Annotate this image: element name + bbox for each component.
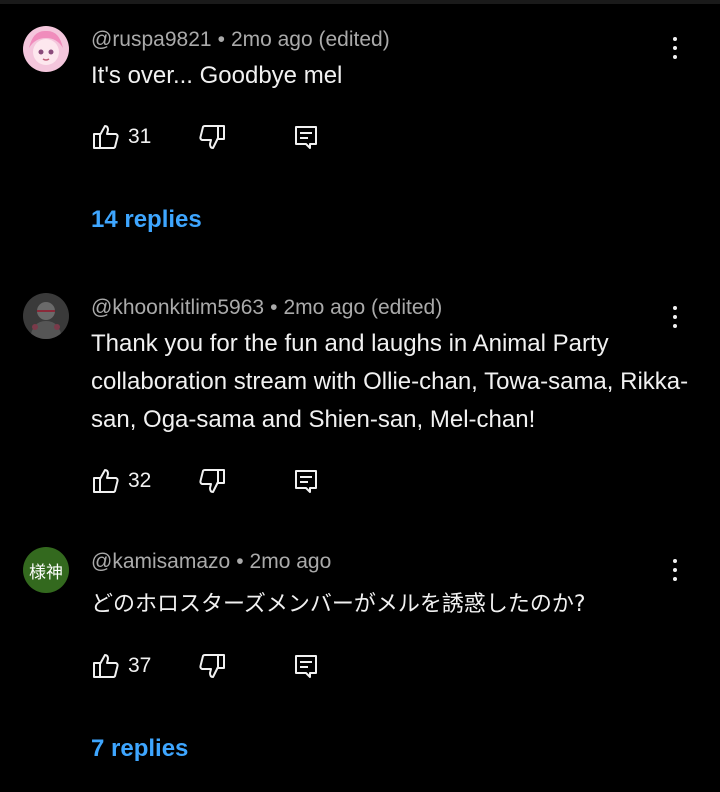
- comment-meta: @ruspa9821 • 2mo ago (edited): [91, 28, 390, 52]
- like-icon[interactable]: [91, 466, 121, 496]
- username[interactable]: @ruspa9821: [91, 28, 212, 51]
- meta-separator: •: [217, 28, 225, 51]
- meta-separator: •: [236, 550, 244, 573]
- reply-icon[interactable]: [291, 122, 321, 152]
- timestamp: 2mo ago (edited): [283, 296, 443, 319]
- view-replies-link[interactable]: 14 replies: [91, 206, 202, 234]
- like-count: 37: [128, 654, 152, 677]
- username[interactable]: @khoonkitlim5963: [91, 296, 264, 319]
- comment-meta: @khoonkitlim5963 • 2mo ago (edited): [91, 296, 442, 320]
- like-icon[interactable]: [91, 122, 121, 152]
- username[interactable]: @kamisamazo: [91, 550, 230, 573]
- like-icon[interactable]: [91, 651, 121, 681]
- avatar[interactable]: [23, 293, 69, 339]
- like-count: 31: [128, 125, 152, 148]
- meta-separator: •: [270, 296, 278, 319]
- top-divider: [0, 0, 720, 4]
- avatar[interactable]: 様神: [23, 547, 69, 593]
- more-options-icon[interactable]: [664, 555, 686, 585]
- like-count: 32: [128, 469, 152, 492]
- more-options-icon[interactable]: [664, 302, 686, 332]
- avatar-initials: 様神: [29, 562, 63, 583]
- comment-text: Thank you for the fun and laughs in Anim…: [91, 330, 689, 433]
- dislike-icon[interactable]: [197, 651, 227, 681]
- view-replies-link[interactable]: 7 replies: [91, 735, 188, 763]
- reply-icon[interactable]: [291, 466, 321, 496]
- timestamp: 2mo ago: [249, 550, 332, 573]
- timestamp: 2mo ago (edited): [230, 28, 390, 51]
- comment-text: どのホロスターズメンバーがメルを誘惑したのか?: [91, 592, 586, 617]
- comment-meta: @kamisamazo • 2mo ago: [91, 550, 331, 574]
- comment-text: It's over... Goodbye mel: [91, 62, 343, 89]
- dislike-icon[interactable]: [197, 466, 227, 496]
- avatar[interactable]: [23, 26, 69, 72]
- dislike-icon[interactable]: [197, 122, 227, 152]
- more-options-icon[interactable]: [664, 33, 686, 63]
- reply-icon[interactable]: [291, 651, 321, 681]
